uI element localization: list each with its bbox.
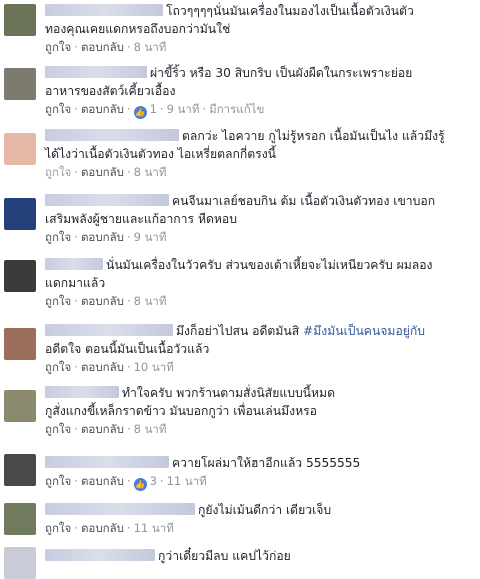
author-name[interactable] xyxy=(45,194,169,206)
comment-line: มึงก็อย่าไปสน อดีตมันสิ xyxy=(176,324,300,338)
timestamp[interactable]: 9 นาที xyxy=(134,230,167,244)
comment-actions: ถูกใจ · ตอบกลับ · 8 นาที xyxy=(45,294,167,308)
avatar[interactable] xyxy=(4,454,36,486)
like-button[interactable]: ถูกใจ xyxy=(45,521,71,535)
avatar[interactable] xyxy=(4,503,36,535)
avatar[interactable] xyxy=(4,133,36,165)
timestamp[interactable]: 8 นาที xyxy=(134,40,167,54)
comment-text: ตลกว่ะ ไอควาย กูไม่รู้หรอก เนื้อมันเป็นไ… xyxy=(45,127,474,163)
avatar[interactable] xyxy=(4,328,36,360)
like-button[interactable]: ถูกใจ xyxy=(45,422,71,436)
reply-button[interactable]: ตอบกลับ xyxy=(81,230,124,244)
comment-actions: ถูกใจ · ตอบกลับ · 8 นาที xyxy=(45,40,167,54)
comment-actions: ถูกใจ · ตอบกลับ · 8 นาที xyxy=(45,165,167,179)
comment-actions: ถูกใจ · ตอบกลับ · 👍 3 · 11 นาที xyxy=(45,474,207,491)
comment-actions: ถูกใจ · ตอบกลับ · 9 นาที xyxy=(45,230,167,244)
comment-line: โถวๆๆๆๆนั่นมันเครื่องในมองไงเป็นเนื้อตัว… xyxy=(166,4,414,18)
timestamp[interactable]: 8 นาที xyxy=(134,422,167,436)
author-name[interactable] xyxy=(45,258,103,270)
comment-text: กูว่าเดี๋ยวมีลบ แคปไว้ก่อย xyxy=(45,547,474,565)
comment-text: นั่นมันเครื่องในวัวครับ ส่วนของเต้าเหี้ย… xyxy=(45,256,474,292)
avatar[interactable] xyxy=(4,4,36,36)
reply-button[interactable]: ตอบกลับ xyxy=(81,422,124,436)
author-name[interactable] xyxy=(45,324,173,336)
comment-text: คนจีนมาเลย์ชอบกิน ต้ม เนื้อตัวเงินตัวทอง… xyxy=(45,192,474,228)
reaction-count[interactable]: 1 xyxy=(150,102,157,116)
comment-line: อดีตใจ ตอนนี้มันเป็นเนื้อวัวแล้ว xyxy=(45,342,210,356)
like-button[interactable]: ถูกใจ xyxy=(45,294,71,308)
author-name[interactable] xyxy=(45,549,155,561)
avatar[interactable] xyxy=(4,198,36,230)
timestamp[interactable]: 10 นาที xyxy=(134,360,174,374)
like-button[interactable]: ถูกใจ xyxy=(45,230,71,244)
comment-line: ทองคุณเคยแดกหรอถึงบอกว่ามันใช่ xyxy=(45,22,231,36)
author-name[interactable] xyxy=(45,456,169,468)
comment-line: กูยังไม่เม้นดีกว่า เดียวเจ็บ xyxy=(198,503,332,517)
like-button[interactable]: ถูกใจ xyxy=(45,360,71,374)
author-name[interactable] xyxy=(45,4,163,16)
timestamp[interactable]: 11 นาที xyxy=(134,521,174,535)
comment-text: ผ่าขี้ริ้ว หรือ 30 สิบกริบ เป็นผังผืดในก… xyxy=(45,64,474,100)
comment-text: มึงก็อย่าไปสน อดีตมันสิ #มึงมันเป็นคนจมอ… xyxy=(45,322,474,358)
reply-button[interactable]: ตอบกลับ xyxy=(81,294,124,308)
timestamp[interactable]: 9 นาที xyxy=(167,102,200,116)
comment-actions: ถูกใจ · ตอบกลับ · 10 นาที xyxy=(45,360,174,374)
timestamp[interactable]: 8 นาที xyxy=(134,165,167,179)
reply-button[interactable]: ตอบกลับ xyxy=(81,474,124,488)
comment-text: ควายโผล่มาให้ฮาอีกแล้ว 5555555 xyxy=(45,454,474,472)
comment-line: นั่นมันเครื่องในวัวครับ ส่วนของเต้าเหี้ย… xyxy=(106,258,433,272)
comment-actions: ถูกใจ · ตอบกลับ · 👍 1 · 9 นาที · มีการแก้ไข xyxy=(45,102,265,119)
avatar[interactable] xyxy=(4,68,36,100)
comment-line: ได้ไงว่าเนื้อตัวเงินตัวทอง ไอเหรี่ยตลกกี… xyxy=(45,147,276,161)
reaction-count[interactable]: 3 xyxy=(150,474,157,488)
timestamp[interactable]: 8 นาที xyxy=(134,294,167,308)
author-name[interactable] xyxy=(45,503,195,515)
reply-button[interactable]: ตอบกลับ xyxy=(81,165,124,179)
author-name[interactable] xyxy=(45,386,119,398)
thumbs-up-icon: 👍 xyxy=(133,478,147,491)
avatar[interactable] xyxy=(4,390,36,422)
timestamp[interactable]: 11 นาที xyxy=(167,474,207,488)
comment-actions: ถูกใจ · ตอบกลับ · 8 นาที xyxy=(45,422,167,436)
comment-list: โถวๆๆๆๆนั่นมันเครื่องในมองไงเป็นเนื้อตัว… xyxy=(0,0,480,579)
reply-button[interactable]: ตอบกลับ xyxy=(81,521,124,535)
reply-button[interactable]: ตอบกลับ xyxy=(81,40,124,54)
avatar[interactable] xyxy=(4,260,36,292)
thumbs-up-icon: 👍 xyxy=(133,106,147,119)
comment-line: กูสั่งแกงขี้เหล็กราดข้าว มันบอกกูว่า เพื… xyxy=(45,404,317,418)
comment-text: กูยังไม่เม้นดีกว่า เดียวเจ็บ xyxy=(45,501,474,519)
edited-label[interactable]: มีการแก้ไข xyxy=(209,102,264,116)
avatar[interactable] xyxy=(4,547,36,579)
comment-line: กูว่าเดี๋ยวมีลบ แคปไว้ก่อย xyxy=(158,549,291,563)
like-button[interactable]: ถูกใจ xyxy=(45,474,71,488)
author-name[interactable] xyxy=(45,66,147,78)
comment-line: ตลกว่ะ ไอควาย กูไม่รู้หรอก เนื้อมันเป็นไ… xyxy=(182,129,445,143)
comment-line: คนจีนมาเลย์ชอบกิน ต้ม เนื้อตัวเงินตัวทอง… xyxy=(172,194,436,208)
comment-line: ทำใจครับ พวกร้านตามสั่งนิสัยแบบนี้หมด xyxy=(122,386,335,400)
comment-actions: ถูกใจ · ตอบกลับ · 11 นาที xyxy=(45,521,174,535)
reply-button[interactable]: ตอบกลับ xyxy=(81,102,124,116)
comment-line: เสริมพลังผู้ชายและแก้อาการ หืดหอบ xyxy=(45,212,237,226)
author-name[interactable] xyxy=(45,129,179,141)
comment-line: แดกมาแล้ว xyxy=(45,276,106,290)
like-button[interactable]: ถูกใจ xyxy=(45,165,71,179)
comment-line: อาหารของสัตว์เคี้ยวเอื้อง xyxy=(45,84,176,98)
comment-line: ผ่าขี้ริ้ว หรือ 30 สิบกริบ เป็นผังผืดในก… xyxy=(150,66,413,80)
like-button[interactable]: ถูกใจ xyxy=(45,102,71,116)
comment-text: โถวๆๆๆๆนั่นมันเครื่องในมองไงเป็นเนื้อตัว… xyxy=(45,2,474,38)
hashtag-link[interactable]: #มึงมันเป็นคนจมอยู่กับ xyxy=(303,324,425,338)
like-button[interactable]: ถูกใจ xyxy=(45,40,71,54)
comment-text: ทำใจครับ พวกร้านตามสั่งนิสัยแบบนี้หมด กู… xyxy=(45,384,474,420)
comment-line: ควายโผล่มาให้ฮาอีกแล้ว 5555555 xyxy=(172,456,361,470)
reply-button[interactable]: ตอบกลับ xyxy=(81,360,124,374)
